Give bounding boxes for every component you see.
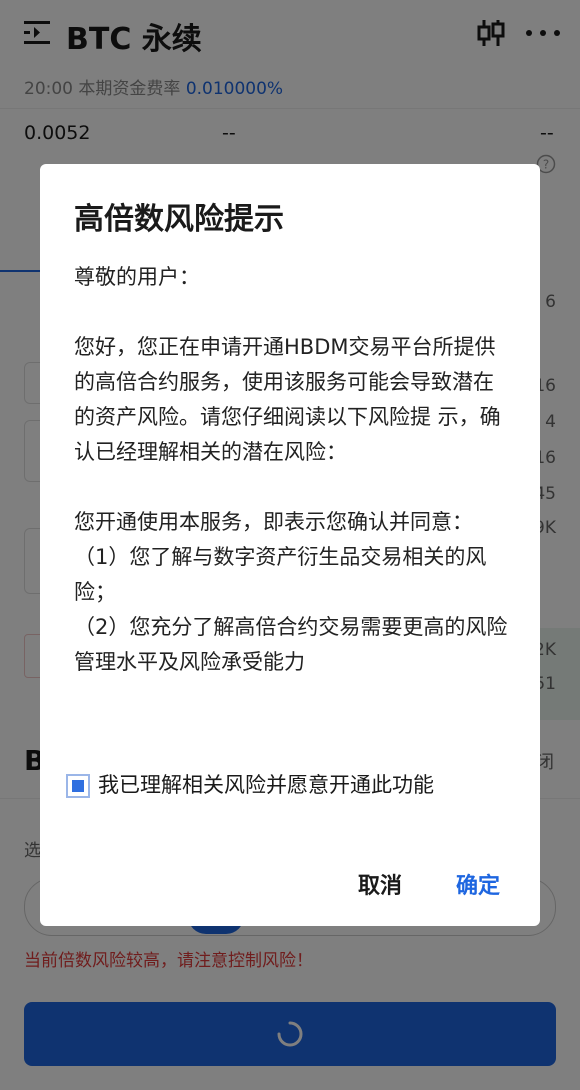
dialog-paragraph: 尊敬的用户： [74,265,200,289]
dialog-paragraph: （2）您充分了解高倍合约交易需要更高的风险管理水平及风险承受能力 [74,615,508,674]
dialog-paragraph: （1）您了解与数字资产衍生品交易相关的风险； [74,545,487,604]
confirm-button[interactable]: 确定 [456,868,500,900]
agree-checkbox[interactable] [66,774,90,798]
dialog-paragraph: 您开通使用本服务，即表示您确认并同意： [74,510,473,534]
dialog-title: 高倍数风险提示 [74,202,284,237]
agree-checkbox-label[interactable]: 我已理解相关风险并愿意开通此功能 [98,770,434,800]
checkbox-checked-icon [72,780,84,792]
dialog-paragraph: 您好，您正在申请开通HBDM交易平台所提供的高倍合约服务，使用该服务可能会导致潜… [74,335,501,464]
risk-dialog: 高倍数风险提示 尊敬的用户： 您好，您正在申请开通HBDM交易平台所提供的高倍合… [40,164,540,926]
dialog-body[interactable]: 尊敬的用户： 您好，您正在申请开通HBDM交易平台所提供的高倍合约服务，使用该服… [74,260,514,742]
cancel-button[interactable]: 取消 [358,868,402,900]
